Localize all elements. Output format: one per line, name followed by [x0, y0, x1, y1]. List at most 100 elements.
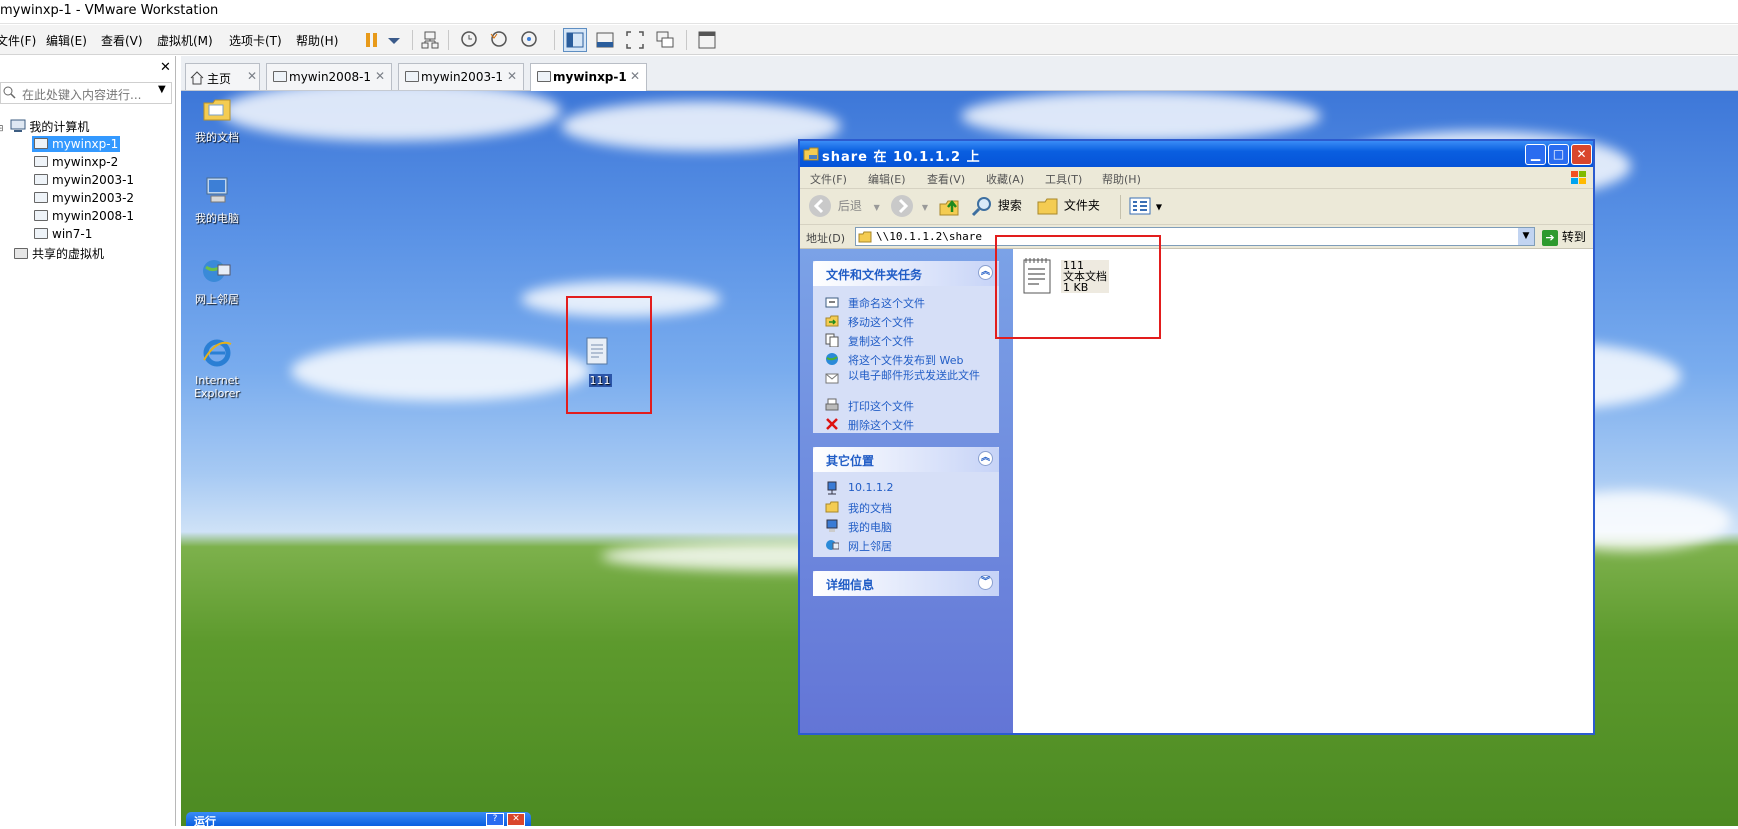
explorer-menu-help[interactable]: 帮助(H): [1102, 171, 1141, 187]
tree-item-mywin2008-1[interactable]: mywin2008-1: [34, 209, 134, 223]
power-dropdown-button[interactable]: [382, 28, 406, 52]
snapshot-manager-icon: [521, 31, 537, 47]
home-icon: [190, 71, 204, 85]
maximize-button[interactable]: □: [1548, 144, 1569, 165]
help-icon[interactable]: ?: [486, 813, 504, 826]
clock-icon: [461, 31, 477, 47]
go-button[interactable]: ➔ 转到: [1542, 228, 1586, 246]
cloud-decoration: [221, 91, 561, 141]
tree-item-mywinxp-2[interactable]: mywinxp-2: [34, 155, 118, 169]
show-library-button[interactable]: [563, 28, 587, 52]
vm-icon: [34, 228, 48, 239]
toolbar-separator: [554, 30, 555, 50]
close-icon[interactable]: ✕: [160, 60, 171, 75]
explorer-menu-edit[interactable]: 编辑(E): [868, 171, 906, 187]
revert-clock-icon: [490, 31, 507, 47]
tree-root[interactable]: ⊟ 我的计算机: [0, 118, 89, 135]
address-input[interactable]: \\10.1.1.2\share ▼: [855, 227, 1535, 246]
place-network[interactable]: 网上邻居: [813, 535, 999, 554]
console-view-button[interactable]: [695, 28, 719, 52]
library-search-input[interactable]: 在此处键入内容进行... ▼: [0, 82, 172, 104]
place-my-computer[interactable]: 我的电脑: [813, 516, 999, 535]
explorer-menu-tools[interactable]: 工具(T): [1045, 171, 1082, 187]
tree-item-mywinxp-1[interactable]: mywinxp-1: [32, 136, 121, 152]
snapshot-manager-button[interactable]: [517, 28, 541, 52]
close-button[interactable]: ✕: [1571, 144, 1592, 165]
menu-edit[interactable]: 编辑(E): [46, 32, 87, 49]
expand-icon[interactable]: ︾: [978, 575, 993, 590]
up-folder-button[interactable]: [938, 194, 962, 221]
place-host[interactable]: 10.1.1.2: [813, 478, 999, 497]
task-email[interactable]: 以电子邮件形式发送此文件: [813, 368, 999, 395]
tab-mywin2003-1[interactable]: mywin2003-1 ✕: [398, 63, 524, 90]
send-ctrl-alt-del-button[interactable]: [418, 28, 442, 52]
tab-close-icon[interactable]: ✕: [507, 69, 517, 83]
vm-tab-icon: [537, 71, 551, 82]
highlight-box: [566, 296, 652, 414]
menu-tabs[interactable]: 选项卡(T): [229, 32, 282, 49]
tab-mywin2008-1[interactable]: mywin2008-1 ✕: [266, 63, 392, 90]
forward-button[interactable]: ▼: [890, 194, 928, 218]
vm-tab-icon: [273, 71, 287, 82]
collapse-icon[interactable]: ︽: [978, 451, 993, 466]
task-delete[interactable]: 删除这个文件: [813, 414, 999, 433]
tab-home[interactable]: 主页 ✕: [185, 63, 260, 90]
desktop-icon-network-places[interactable]: 网上邻居: [185, 255, 249, 306]
run-dialog-titlebar[interactable]: 运行 ? ✕: [186, 812, 531, 828]
network-places-icon: [826, 540, 839, 550]
highlight-box: [995, 235, 1161, 339]
menu-view[interactable]: 查看(V): [101, 32, 143, 49]
explorer-titlebar[interactable]: share 在 10.1.1.2 上 ▁ □ ✕: [800, 141, 1593, 167]
desktop-icon-my-computer[interactable]: 我的电脑: [185, 174, 249, 225]
rename-icon: [825, 297, 839, 308]
tree-item-mywin2003-1[interactable]: mywin2003-1: [34, 173, 134, 187]
search-icon: [971, 197, 991, 217]
explorer-menu-favorites[interactable]: 收藏(A): [986, 171, 1024, 187]
delete-icon: [826, 418, 838, 430]
internet-explorer-icon: [203, 339, 232, 367]
back-button[interactable]: 后退 ▼: [808, 194, 880, 218]
tree-item-win7-1[interactable]: win7-1: [34, 227, 92, 241]
search-button[interactable]: 搜索: [970, 194, 1022, 218]
explorer-menu-view[interactable]: 查看(V): [927, 171, 965, 187]
file-tasks-header[interactable]: 文件和文件夹任务 ︽: [813, 261, 999, 286]
collapse-icon[interactable]: ︽: [978, 265, 993, 280]
folder-icon: [203, 99, 231, 121]
menu-help[interactable]: 帮助(H): [296, 32, 338, 49]
menu-vm[interactable]: 虚拟机(M): [157, 32, 213, 49]
desktop-icon-internet-explorer[interactable]: Internet Explorer: [185, 336, 249, 400]
search-dropdown-icon[interactable]: ▼: [158, 84, 166, 95]
explorer-menu-file[interactable]: 文件(F): [810, 171, 847, 187]
move-icon: [825, 315, 839, 327]
views-button[interactable]: ▼: [1128, 194, 1162, 218]
unity-button[interactable]: [653, 28, 677, 52]
tree-shared-vms[interactable]: 共享的虚拟机: [14, 245, 104, 262]
full-screen-button[interactable]: [623, 28, 647, 52]
task-move[interactable]: 移动这个文件: [813, 311, 999, 330]
folder-icon: [825, 501, 839, 513]
pause-button[interactable]: [360, 28, 384, 52]
task-print[interactable]: 打印这个文件: [813, 395, 999, 414]
task-copy[interactable]: 复制这个文件: [813, 330, 999, 349]
other-places-header[interactable]: 其它位置 ︽: [813, 447, 999, 472]
menu-file[interactable]: 文件(F): [0, 32, 36, 49]
task-rename[interactable]: 重命名这个文件: [813, 292, 999, 311]
tree-item-mywin2003-2[interactable]: mywin2003-2: [34, 191, 134, 205]
desktop-icon-my-documents[interactable]: 我的文档: [185, 93, 249, 144]
snapshot-button[interactable]: [457, 28, 481, 52]
tab-mywinxp-1[interactable]: mywinxp-1 ✕: [530, 63, 647, 91]
tab-close-icon[interactable]: ✕: [247, 69, 257, 83]
minimize-button[interactable]: ▁: [1525, 144, 1546, 165]
vm-tab-icon: [405, 71, 419, 82]
tab-close-icon[interactable]: ✕: [375, 69, 385, 83]
show-thumbnail-bar-button[interactable]: [593, 28, 617, 52]
task-publish-web[interactable]: 将这个文件发布到 Web: [813, 349, 999, 368]
details-header[interactable]: 详细信息 ︾: [813, 571, 999, 596]
address-dropdown-icon[interactable]: ▼: [1518, 228, 1534, 245]
tab-close-icon[interactable]: ✕: [630, 69, 640, 83]
place-my-documents[interactable]: 我的文档: [813, 497, 999, 516]
close-icon: ✕: [1576, 147, 1587, 161]
revert-snapshot-button[interactable]: [487, 28, 511, 52]
close-icon[interactable]: ✕: [507, 813, 525, 826]
folders-button[interactable]: 文件夹: [1036, 194, 1100, 218]
